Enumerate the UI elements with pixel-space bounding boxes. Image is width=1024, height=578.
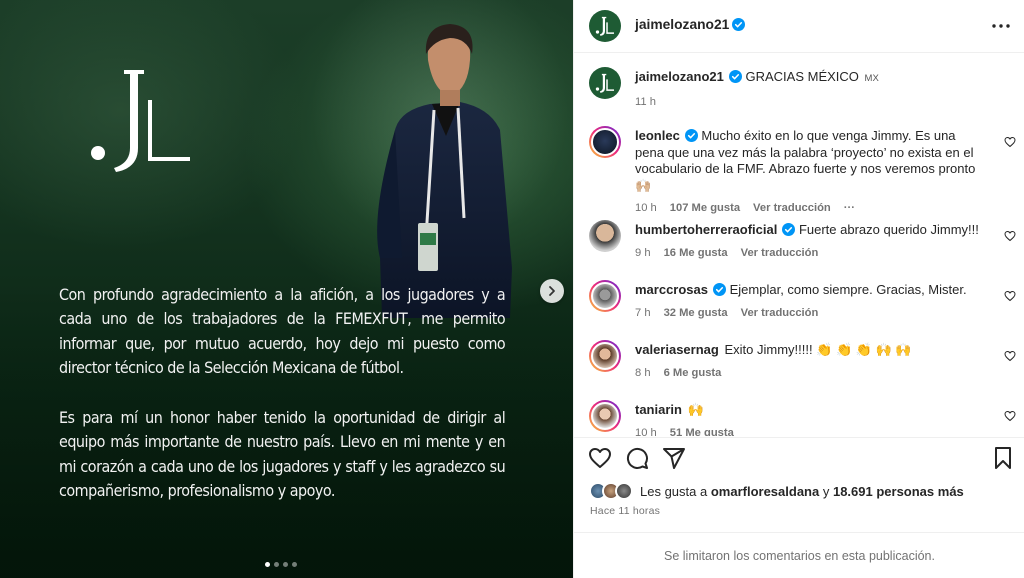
comment-username[interactable]: taniarin	[635, 402, 682, 417]
verified-badge-icon	[782, 223, 796, 236]
heart-icon[interactable]	[1004, 350, 1016, 362]
post-paragraph-2: Es para mí un honor haber tenido la opor…	[59, 409, 506, 501]
comment-likes[interactable]: 32 Me gusta	[664, 305, 728, 322]
comment-meta: 7 h 32 Me gusta Ver traducción	[635, 305, 985, 322]
carousel-dot	[274, 562, 279, 567]
comment-likes[interactable]: 107 Me gusta	[670, 200, 740, 217]
coach-photo	[377, 24, 512, 318]
comments-limited-notice: Se limitaron los comentarios en esta pub…	[574, 532, 1024, 578]
more-options-button[interactable]	[989, 14, 1013, 38]
author-username-text: jaimelozano21	[635, 17, 730, 32]
comment-username[interactable]: marccrosas	[635, 282, 708, 297]
comment-likes[interactable]: 51 Me gusta	[670, 425, 734, 436]
comment-time[interactable]: 10 h	[635, 200, 657, 217]
caption-avatar[interactable]	[589, 67, 621, 99]
comment-avatar[interactable]	[589, 280, 621, 312]
comment-avatar[interactable]	[589, 220, 621, 252]
comment-time[interactable]: 8 h	[635, 365, 651, 382]
post-sidebar: jaimelozano21 jaimelozano21 GRACIAS MÉXI…	[573, 0, 1024, 578]
heart-icon[interactable]	[1004, 230, 1016, 242]
likes-prefix: Les gusta a	[640, 483, 708, 499]
comment-icon[interactable]	[625, 446, 649, 470]
heart-icon[interactable]	[588, 446, 612, 470]
comment-meta: 10 h 51 Me gusta	[635, 425, 985, 436]
likes-connector: y	[822, 483, 830, 499]
caption-username[interactable]: jaimelozano21	[635, 69, 724, 84]
post-header: jaimelozano21	[574, 0, 1024, 53]
comment-text: Fuerte abrazo querido Jimmy!!!	[798, 222, 979, 237]
caption-body: jaimelozano21 GRACIAS MÉXICO MX 11 h	[635, 69, 985, 110]
post-media[interactable]: Con profundo agradecimiento a la afición…	[0, 0, 573, 578]
heart-icon[interactable]	[1004, 290, 1016, 302]
comment-meta: 8 h 6 Me gusta	[635, 365, 985, 382]
share-icon[interactable]	[662, 446, 686, 470]
heart-icon[interactable]	[1004, 410, 1016, 422]
more-horizontal-icon	[992, 24, 1010, 28]
caption-text: GRACIAS MÉXICO	[745, 69, 859, 84]
comment-more-button[interactable]: ···	[844, 200, 855, 217]
comment-username[interactable]: leonlec	[635, 128, 680, 143]
caption-time[interactable]: 11 h	[635, 94, 656, 111]
carousel-indicator	[265, 562, 297, 567]
verified-badge-icon	[713, 283, 726, 296]
comments-list[interactable]: jaimelozano21 GRACIAS MÉXICO MX 11 h leo…	[574, 54, 1024, 436]
likes-summary[interactable]: Les gusta a omarfloresaldana y 18.691 pe…	[589, 482, 964, 500]
post-paragraph-1: Con profundo agradecimiento a la afición…	[59, 286, 506, 378]
comment-time[interactable]: 10 h	[635, 425, 657, 436]
see-translation-link[interactable]: Ver traducción	[741, 305, 819, 322]
comment-body: valeriasernag Exito Jimmy!!!!! 👏 👏 👏 🙌 🙌…	[635, 342, 985, 381]
likers-avatars	[589, 482, 635, 500]
likes-count[interactable]: 18.691 personas más	[833, 484, 964, 499]
liker-avatar	[615, 482, 633, 500]
action-bar	[574, 437, 1024, 477]
comment-body: marccrosas Ejemplar, como siempre. Graci…	[635, 282, 985, 321]
bookmark-icon[interactable]	[991, 446, 1015, 470]
verified-badge-icon	[684, 129, 698, 142]
author-username[interactable]: jaimelozano21	[635, 17, 746, 32]
comment-username[interactable]: valeriasernag	[635, 342, 719, 357]
verified-badge-icon	[728, 70, 742, 83]
jl-logo	[595, 16, 614, 36]
carousel-next-button[interactable]	[540, 279, 564, 303]
comment-avatar[interactable]	[589, 126, 621, 158]
comment-likes[interactable]: 16 Me gusta	[664, 245, 728, 262]
post-timestamp[interactable]: Hace 11 horas	[590, 505, 660, 517]
comment-meta: 10 h 107 Me gusta Ver traducción ···	[635, 200, 985, 217]
caption-meta: 11 h	[635, 94, 985, 111]
comment-text: 🙌	[687, 402, 704, 417]
comment-body: taniarin 🙌 10 h 51 Me gusta	[635, 402, 985, 436]
jl-logo	[91, 70, 190, 172]
chevron-right-icon	[549, 286, 555, 296]
comment-avatar[interactable]	[589, 340, 621, 372]
comment-username[interactable]: humbertoherreraoficial	[635, 222, 777, 237]
see-translation-link[interactable]: Ver traducción	[753, 200, 831, 217]
comment-time[interactable]: 7 h	[635, 305, 651, 322]
comment-text: Ejemplar, como siempre. Gracias, Mister.	[729, 282, 967, 297]
flag-mx: MX	[864, 73, 879, 84]
jl-logo	[595, 73, 614, 93]
comment-body: humbertoherreraoficial Fuerte abrazo que…	[635, 222, 985, 261]
likes-user[interactable]: omarfloresaldana	[711, 484, 819, 499]
verified-badge-icon	[732, 18, 746, 31]
carousel-dot	[265, 562, 270, 567]
comment-body: leonlec Mucho éxito en lo que venga Jimm…	[635, 128, 985, 217]
see-translation-link[interactable]: Ver traducción	[741, 245, 819, 262]
heart-icon[interactable]	[1004, 136, 1016, 148]
author-avatar[interactable]	[589, 10, 621, 42]
comment-meta: 9 h 16 Me gusta Ver traducción	[635, 245, 985, 262]
carousel-dot	[283, 562, 288, 567]
comment-avatar[interactable]	[589, 400, 621, 432]
carousel-dot	[292, 562, 297, 567]
comment-likes[interactable]: 6 Me gusta	[664, 365, 722, 382]
comment-time[interactable]: 9 h	[635, 245, 651, 262]
comment-text: Exito Jimmy!!!!! 👏 👏 👏 🙌 🙌	[724, 342, 912, 357]
